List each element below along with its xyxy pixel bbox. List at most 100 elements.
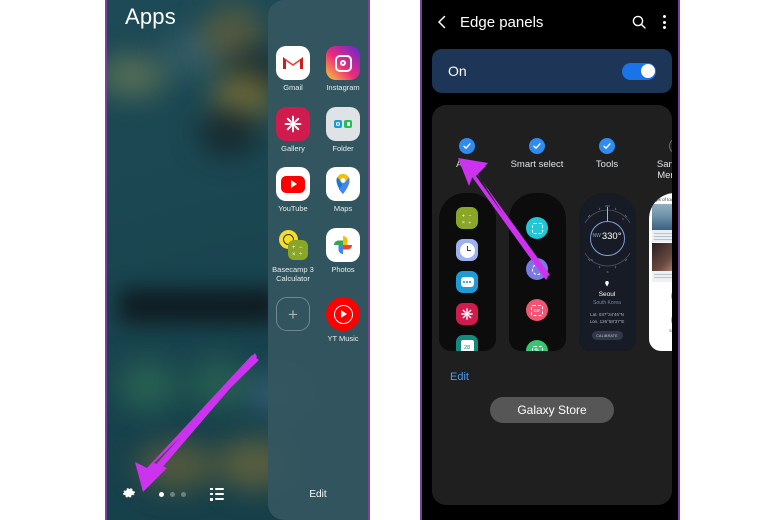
gallery-icon [456, 303, 478, 325]
edge-app-gmail[interactable]: Gmail [268, 46, 318, 93]
svg-text:×: × [461, 220, 464, 225]
svg-text:S: S [590, 258, 592, 262]
checkbox-checked-icon[interactable] [599, 138, 615, 154]
checkbox-checked-icon[interactable] [529, 138, 545, 154]
calibrate-button[interactable]: CALIBRATE [591, 331, 623, 340]
page-title: Edge panels [460, 13, 544, 31]
home-screen-toolbar [121, 486, 225, 502]
svg-text:÷: ÷ [468, 220, 471, 225]
panel-checkbox-row: Apps Smart select Tools Samsung Mem [432, 138, 672, 182]
edge-app-maps[interactable]: Maps [318, 167, 368, 214]
edge-panel-edit-button[interactable]: Edit [268, 489, 368, 500]
left-phone-screen: Apps Gmail Instagram Gallery Folder YouT… [105, 0, 370, 520]
panel-label: Apps [456, 159, 478, 170]
wallpaper-blob [117, 360, 179, 412]
galaxy-store-button[interactable]: Galaxy Store [490, 397, 614, 423]
members-image [651, 243, 672, 271]
checkbox-unchecked-icon[interactable] [669, 138, 672, 154]
wallpaper-blob [187, 358, 251, 410]
google-photos-icon [326, 227, 360, 262]
oval-select-icon [526, 258, 548, 280]
page-dot[interactable] [159, 491, 164, 497]
more-options-icon[interactable] [663, 15, 666, 29]
panel-preview-apps[interactable]: + − × ÷ 28 [432, 193, 502, 351]
app-label: Gallery [281, 143, 305, 153]
basecamp-calculator-icon: + − × ÷ [276, 228, 310, 262]
edge-panels-master-toggle[interactable]: On [432, 49, 672, 93]
add-app-icon: + [276, 297, 310, 332]
edge-app-gallery[interactable]: Gallery [268, 106, 318, 154]
rectangle-select-icon [526, 217, 548, 239]
members-faq-label: FA [649, 304, 673, 309]
panel-preview-smart-select[interactable]: GIF ✎ [502, 193, 572, 351]
compass-latitude: Lat. 037°34'46"N [590, 312, 624, 317]
wallpaper-blob [107, 55, 167, 97]
edge-app-folder[interactable]: Folder [318, 106, 368, 154]
members-caption [651, 230, 672, 242]
back-arrow-icon[interactable] [434, 14, 450, 30]
members-widget: Tips of too S [648, 193, 673, 351]
screenshot-canvas: Apps Gmail Instagram Gallery Folder YouT… [0, 0, 780, 520]
panel-label: Tools [595, 159, 619, 170]
edge-app-youtube[interactable]: YouTube [268, 167, 318, 214]
instagram-icon [326, 46, 360, 80]
members-feedback-button[interactable] [670, 313, 672, 327]
svg-text:×: × [292, 252, 296, 257]
edge-app-yt-music[interactable]: YT Music [318, 297, 368, 344]
wallpaper-blob [199, 108, 259, 156]
calendar-icon: 28 [456, 335, 478, 351]
wallpaper-blob [202, 5, 264, 63]
page-dot[interactable] [181, 491, 186, 497]
wallpaper-blob [119, 288, 279, 324]
edge-app-basecamp-calculator[interactable]: + − × ÷ Basecamp 3 Calculator [268, 228, 318, 283]
right-phone-screen: Edge panels On Apps Smart select Tools S… [420, 0, 680, 520]
app-label: Photos [331, 264, 355, 274]
app-label: Maps [333, 204, 353, 214]
compass-direction: NW [592, 233, 601, 240]
svg-text:−: − [299, 245, 303, 251]
members-heading: Tips of too [652, 197, 673, 202]
toggle-label: On [448, 63, 467, 79]
edge-panel-app-grid: Gmail Instagram Gallery Folder YouTube M… [268, 46, 368, 344]
youtube-icon [276, 167, 310, 202]
members-caption [651, 271, 672, 282]
edit-link[interactable]: Edit [450, 371, 469, 383]
list-view-icon[interactable] [210, 487, 225, 501]
wallpaper-blob [137, 442, 217, 490]
clock-icon [456, 239, 478, 261]
panel-chip-apps[interactable]: Apps [432, 138, 502, 182]
members-feedback-label: Send fee [668, 328, 672, 333]
compass-country: South Korea [593, 300, 621, 306]
panel-chip-samsung-members[interactable]: Samsung Members [642, 138, 672, 182]
svg-text:−: − [468, 213, 471, 219]
members-faq-button[interactable] [670, 289, 672, 303]
panel-chip-tools[interactable]: Tools [572, 138, 642, 182]
search-icon[interactable] [631, 14, 647, 30]
app-label: Folder [332, 143, 354, 153]
panel-chip-smart-select[interactable]: Smart select [502, 138, 572, 182]
edge-app-photos[interactable]: Photos [318, 227, 368, 283]
svg-text:÷: ÷ [299, 252, 303, 257]
panel-preview-samsung-members[interactable]: Tips of too S [642, 193, 672, 351]
members-image [651, 204, 672, 230]
folder-icon [326, 106, 360, 141]
gallery-icon [276, 106, 310, 141]
header-actions [631, 14, 678, 30]
checkbox-checked-icon[interactable] [459, 138, 475, 154]
page-dot[interactable] [170, 491, 175, 497]
svg-text:N: N [621, 217, 623, 221]
page-indicator-dots [159, 491, 186, 497]
app-label: Gmail [283, 83, 303, 92]
calculator-icon: + − × ÷ [456, 207, 478, 229]
app-label: Basecamp 3 Calculator [272, 264, 314, 283]
gmail-icon [276, 46, 310, 80]
compass-widget: 330 S N S NW330° Seoul South Korea Lat. … [578, 193, 636, 351]
panel-preview-tools[interactable]: 330 S N S NW330° Seoul South Korea Lat. … [572, 193, 642, 351]
edge-app-add[interactable]: + [268, 297, 318, 344]
toggle-switch[interactable] [622, 62, 656, 80]
gear-icon[interactable] [121, 486, 137, 502]
edge-app-instagram[interactable]: Instagram [318, 46, 368, 93]
svg-text:+: + [461, 213, 464, 219]
compass-degrees: 330° [601, 231, 622, 242]
app-label: YouTube [278, 204, 308, 214]
